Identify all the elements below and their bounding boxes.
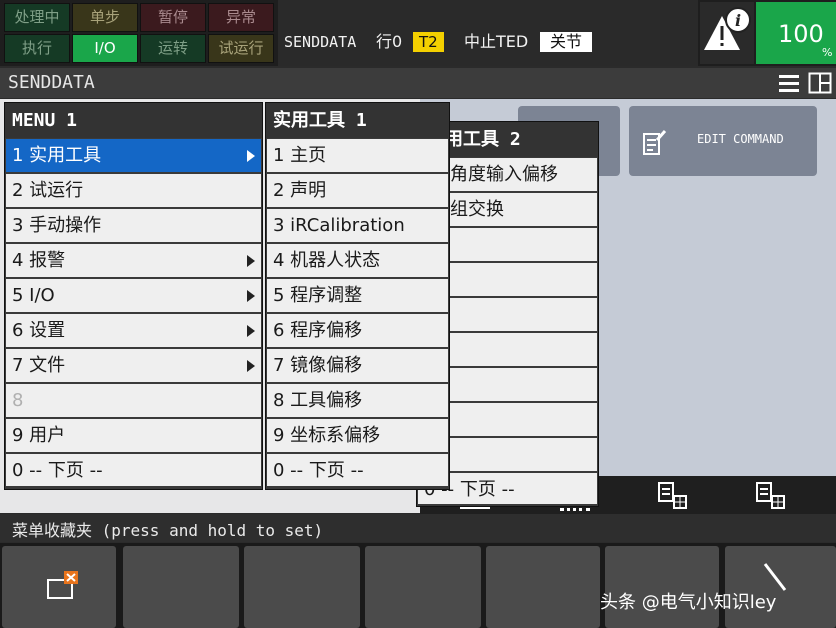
chevron-right-icon	[247, 360, 255, 372]
menu-item-file-label: 7 文件	[12, 355, 66, 376]
fkey-3[interactable]	[244, 546, 360, 628]
submenu1-item-next-page[interactable]: 0 -- 下页 --	[267, 454, 448, 488]
submenu1-item-tool-offset[interactable]: 8 工具偏移	[267, 384, 448, 419]
mode-badge: T2	[413, 32, 444, 52]
menu-item-file[interactable]: 7 文件	[6, 349, 261, 384]
coord-badge: 关节	[540, 32, 593, 52]
fkey-1[interactable]	[2, 546, 116, 628]
submenu1-item-robot-status[interactable]: 4 机器人状态	[267, 244, 448, 279]
warning-icon: i	[704, 7, 751, 50]
menu-item-8: 8	[6, 384, 261, 419]
program-name: SENDDATA	[284, 33, 357, 51]
led-processing: 处理中	[4, 3, 70, 32]
chevron-right-icon	[247, 255, 255, 267]
submenu1-item-program-shift[interactable]: 6 程序偏移	[267, 314, 448, 349]
line-number: 行0	[376, 32, 403, 51]
led-run: 执行	[4, 34, 70, 63]
list-document-icon[interactable]	[656, 480, 688, 510]
menu-item-alarm-label: 4 报警	[12, 250, 66, 271]
chevron-right-icon	[247, 290, 255, 302]
speed-override[interactable]: 100 %	[756, 2, 836, 64]
led-hold: 暂停	[140, 3, 206, 32]
alarm-info-button[interactable]: i	[700, 2, 754, 64]
status-line[interactable]: SENDDATA 行0 T2 中止TED 关节	[278, 0, 698, 66]
favorites-bar[interactable]: 菜单收藏夹 (press and hold to set)	[0, 514, 836, 542]
menu-item-user[interactable]: 9 用户	[6, 419, 261, 454]
watermark: 头条 @电气小知识ley	[600, 592, 777, 613]
menu-item-io-label: 5 I/O	[12, 285, 55, 306]
function-key-bar	[0, 543, 836, 628]
page-title: SENDDATA	[8, 72, 95, 93]
menu-item-utilities-label: 1 实用工具	[12, 145, 102, 166]
menu-item-utilities[interactable]: 1 实用工具	[6, 139, 261, 174]
submenu1-item-program-adjust[interactable]: 5 程序调整	[267, 279, 448, 314]
submenu-utilities-page1: 实用工具 1 1 主页 2 声明 3 iRCalibration 4 机器人状态…	[265, 102, 450, 490]
edit-document-icon	[643, 130, 667, 155]
fkey-7[interactable]	[725, 546, 836, 628]
override-value: 100	[778, 20, 824, 48]
led-prod: 运转	[140, 34, 206, 63]
menu-item-io[interactable]: 5 I/O	[6, 279, 261, 314]
led-fault: 异常	[208, 3, 274, 32]
svg-text:i: i	[735, 11, 741, 30]
override-unit: %	[822, 46, 833, 59]
menu-icon[interactable]	[778, 73, 800, 93]
led-io: I/O	[72, 34, 138, 63]
submenu1-item-prog-adjust[interactable]: 2 声明	[267, 174, 448, 209]
menu-item-manual-fctns[interactable]: 3 手动操作	[6, 209, 261, 244]
fkey-5[interactable]	[486, 546, 600, 628]
edit-command-tile[interactable]: EDIT COMMAND	[629, 106, 817, 176]
led-step: 单步	[72, 3, 138, 32]
submenu1-header: 实用工具 1	[266, 103, 449, 138]
main-menu: MENU 1 1 实用工具 2 试运行 3 手动操作 4 报警 5 I/O 6 …	[4, 102, 263, 490]
submenu1-item-mirror-shift[interactable]: 7 镜像偏移	[267, 349, 448, 384]
fkey-2[interactable]	[123, 546, 239, 628]
chevron-right-icon	[247, 325, 255, 337]
close-window-icon	[47, 571, 78, 599]
list-document-icon-2[interactable]	[754, 480, 786, 510]
edit-command-label: EDIT COMMAND	[697, 132, 784, 146]
program-state: 中止TED	[464, 32, 529, 51]
submenu1-item-hints[interactable]: 1 主页	[267, 139, 448, 174]
menu-item-setup[interactable]: 6 设置	[6, 314, 261, 349]
fkey-6[interactable]	[605, 546, 719, 628]
submenu1-item-ircalibration[interactable]: 3 iRCalibration	[267, 209, 448, 244]
led-tcyc: 试运行	[208, 34, 274, 63]
menu-item-next-page[interactable]: 0 -- 下页 --	[6, 454, 261, 488]
menu-item-test-cycle[interactable]: 2 试运行	[6, 174, 261, 209]
menu-item-alarm[interactable]: 4 报警	[6, 244, 261, 279]
submenu1-item-frame-offset[interactable]: 9 坐标系偏移	[267, 419, 448, 454]
title-bar: SENDDATA	[0, 68, 836, 98]
split-screen-icon[interactable]	[808, 72, 832, 94]
main-menu-header: MENU 1	[5, 103, 262, 138]
fkey-4[interactable]	[365, 546, 481, 628]
favorites-label: 菜单收藏夹 (press and hold to set)	[12, 521, 324, 540]
chevron-right-icon	[247, 150, 255, 162]
menu-item-setup-label: 6 设置	[12, 320, 66, 341]
